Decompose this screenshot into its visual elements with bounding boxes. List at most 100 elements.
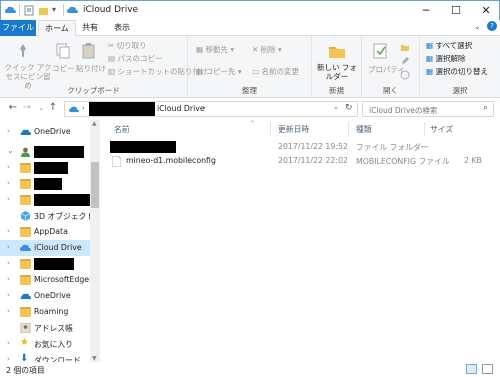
- up-button[interactable]: ↑: [46, 102, 60, 113]
- maximize-button[interactable]: ☐: [441, 1, 471, 21]
- expand-icon[interactable]: ›: [7, 307, 10, 315]
- nav-label: AppData: [34, 227, 68, 236]
- edit-icon[interactable]: [400, 56, 410, 66]
- rename-button[interactable]: ▭ 名前の変更: [252, 66, 299, 77]
- nav-item-onedrive-2[interactable]: › OneDrive: [0, 288, 98, 304]
- file-list: ⌃ 名前 更新日時 種類 サイズ 2017/11/22 19:52 ファイル フ…: [100, 120, 500, 362]
- breadcrumb-separator: ›: [82, 104, 85, 112]
- expand-icon[interactable]: ›: [7, 243, 10, 251]
- tab-share[interactable]: 共有: [76, 20, 104, 36]
- paste-button[interactable]: 貼り付け: [76, 63, 106, 74]
- column-header-name[interactable]: 名前: [114, 124, 130, 135]
- title-bar: ▾ iCloud Drive ─ ☐ ✕: [0, 0, 500, 20]
- tab-file[interactable]: ファイル: [0, 20, 36, 36]
- nav-item-folder[interactable]: ›: [0, 176, 98, 192]
- file-name: mineo-d1.mobileconfig: [126, 156, 216, 165]
- back-button[interactable]: ←: [6, 102, 20, 113]
- details-view-icon[interactable]: [466, 364, 477, 374]
- customize-quick-access-icon[interactable]: ▾: [52, 5, 56, 14]
- file-icon: [112, 156, 121, 167]
- nav-item-3d-objects[interactable]: 3D オブジェクト: [0, 208, 98, 224]
- tab-home[interactable]: ホーム: [38, 20, 76, 37]
- icloud-icon: [20, 244, 31, 251]
- scroll-down-icon[interactable]: ▼: [92, 355, 97, 362]
- copy-button[interactable]: コピー: [52, 63, 75, 74]
- tab-view[interactable]: 表示: [108, 20, 136, 36]
- pin-icon: [20, 44, 26, 58]
- column-divider: [348, 122, 349, 136]
- nav-item-icloud-drive[interactable]: › iCloud Drive: [0, 240, 98, 256]
- invert-selection-button[interactable]: ▦ 選択の切り替え: [426, 66, 488, 77]
- breadcrumb-current[interactable]: iCloud Drive: [157, 104, 205, 113]
- nav-item-roaming[interactable]: › Roaming: [0, 304, 98, 320]
- redacted-label: [34, 178, 62, 190]
- redacted-label: [34, 194, 92, 206]
- copy-to-button[interactable]: ▦ コピー先 ▾: [196, 66, 242, 77]
- move-to-button[interactable]: ▦ 移動先 ▾: [196, 44, 234, 55]
- expand-icon[interactable]: ›: [7, 163, 10, 171]
- scissors-icon: ✂: [108, 41, 117, 50]
- nav-label: MicrosoftEdgeBa: [34, 275, 98, 284]
- delete-button[interactable]: ✕ 削除 ▾: [252, 44, 282, 55]
- expand-icon[interactable]: ›: [7, 195, 10, 203]
- refresh-icon[interactable]: ↻: [345, 103, 353, 113]
- table-row[interactable]: mineo-d1.mobileconfig 2017/11/22 22:02 M…: [108, 155, 492, 167]
- history-icon[interactable]: [400, 70, 410, 80]
- expand-icon[interactable]: ›: [7, 127, 10, 135]
- nav-item-contacts[interactable]: アドレス帳: [0, 320, 98, 336]
- nav-scrollbar[interactable]: ▲ ▼: [90, 120, 100, 362]
- column-header-type[interactable]: 種類: [356, 124, 372, 135]
- address-dropdown-icon[interactable]: ⌄: [333, 103, 339, 111]
- open-icon[interactable]: [400, 42, 410, 52]
- icloud-app-icon: [5, 6, 16, 13]
- window-title: iCloud Drive: [83, 5, 139, 15]
- sort-indicator-icon: ⌃: [250, 120, 256, 127]
- nav-item-appdata[interactable]: › AppData: [0, 224, 98, 240]
- cut-button[interactable]: ✂ 切り取り: [108, 40, 147, 51]
- nav-item-folder[interactable]: ›: [0, 160, 98, 176]
- ribbon-collapse-icon[interactable]: ⌄: [474, 22, 481, 31]
- redacted-label: [34, 258, 74, 270]
- expand-icon[interactable]: ›: [7, 339, 10, 347]
- redacted-filename: [110, 141, 176, 153]
- nav-item-folder[interactable]: ›: [0, 256, 98, 272]
- nav-item-favorites[interactable]: › ★ お気に入り: [0, 336, 98, 352]
- new-folder-quick-icon[interactable]: [38, 5, 49, 16]
- select-none-button[interactable]: ▦ 選択解除: [426, 53, 465, 64]
- nav-item-user[interactable]: ⌄: [0, 144, 98, 160]
- nav-item-microsoftedgeba[interactable]: › MicrosoftEdgeBa: [0, 272, 98, 288]
- close-button[interactable]: ✕: [471, 1, 500, 21]
- breadcrumb-chevron[interactable]: ›: [203, 104, 206, 112]
- copy-path-button[interactable]: ▤ パスのコピー: [108, 53, 162, 64]
- expand-icon[interactable]: ›: [7, 259, 10, 267]
- clipboard-group-label: クリップボード: [67, 86, 120, 95]
- expand-icon[interactable]: ›: [7, 291, 10, 299]
- select-all-button[interactable]: ▦ すべて選択: [426, 40, 472, 51]
- copy-to-label: コピー先 ▾: [205, 67, 242, 76]
- large-icons-view-icon[interactable]: [482, 364, 493, 374]
- column-header-date[interactable]: 更新日時: [278, 124, 309, 135]
- search-input[interactable]: iCloud Driveの検索 ⌕: [362, 101, 494, 117]
- scroll-up-icon[interactable]: ▲: [92, 120, 97, 127]
- search-icon[interactable]: ⌕: [483, 103, 488, 113]
- new-group: 新しい フォルダー 新規: [312, 36, 362, 98]
- select-all-label: すべて選択: [435, 41, 473, 50]
- forward-button[interactable]: →: [20, 102, 34, 113]
- minimize-button[interactable]: ─: [411, 1, 441, 21]
- expand-icon[interactable]: ›: [7, 227, 10, 235]
- nav-item-onedrive[interactable]: › OneDrive: [0, 124, 98, 140]
- scrollbar-thumb[interactable]: [91, 162, 99, 208]
- collapse-icon[interactable]: ⌄: [7, 146, 14, 155]
- folder-icon: [20, 163, 31, 173]
- properties-quick-icon[interactable]: [24, 5, 35, 16]
- move-to-label: 移動先 ▾: [205, 45, 235, 54]
- address-bar[interactable]: › iCloud Drive › ⌄ ↻: [64, 101, 358, 117]
- help-icon[interactable]: ?: [487, 21, 497, 31]
- expand-icon[interactable]: ›: [7, 179, 10, 187]
- expand-icon[interactable]: ›: [7, 275, 10, 283]
- new-folder-button[interactable]: 新しい フォルダー: [316, 63, 358, 81]
- nav-item-folder[interactable]: ›: [0, 192, 98, 208]
- navigation-pane: › OneDrive ⌄ › › › 3D オブジェクト › AppData ›…: [0, 120, 100, 365]
- table-row[interactable]: 2017/11/22 19:52 ファイル フォルダー: [108, 141, 492, 153]
- column-header-size[interactable]: サイズ: [430, 124, 453, 135]
